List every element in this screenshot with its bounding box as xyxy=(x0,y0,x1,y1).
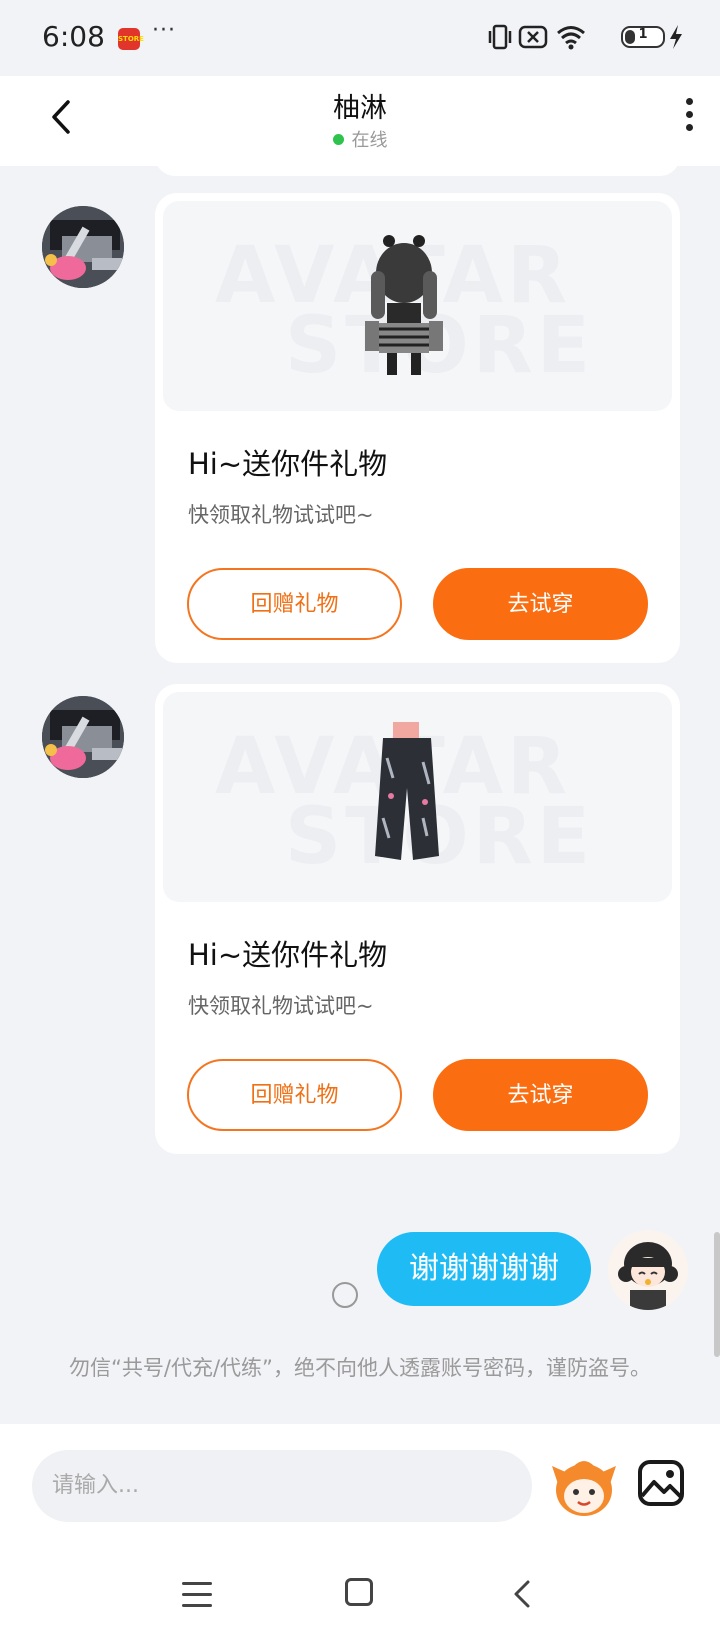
my-avatar-image xyxy=(608,1230,688,1310)
wifi-icon xyxy=(557,26,585,50)
gift-preview-image: AVATAR STORE xyxy=(163,692,672,902)
no-sim-icon xyxy=(518,25,548,49)
sending-status-icon xyxy=(332,1282,358,1308)
scrollbar[interactable] xyxy=(714,1232,720,1357)
my-message-bubble[interactable]: 谢谢谢谢谢 xyxy=(377,1232,591,1306)
return-gift-button[interactable]: 回赠礼物 xyxy=(187,568,402,640)
security-notice: 勿信“共号/代充/代练”，绝不向他人透露账号密码，谨防盗号。 xyxy=(69,1356,651,1380)
back-nav-icon[interactable] xyxy=(510,1576,534,1612)
input-bar: 请输入... xyxy=(0,1424,720,1560)
gift-card-title: Hi~送你件礼物 xyxy=(188,938,388,972)
battery-level: 1 xyxy=(638,27,648,42)
gift-outfit-image xyxy=(365,235,443,375)
sender-avatar[interactable] xyxy=(42,206,124,288)
battery-icon: 1 xyxy=(621,26,665,48)
online-status: 在线 xyxy=(0,126,720,152)
gift-card-title: Hi~送你件礼物 xyxy=(188,447,388,481)
previous-message-card xyxy=(155,166,680,176)
image-icon[interactable] xyxy=(636,1458,686,1508)
sender-avatar[interactable] xyxy=(42,696,124,778)
status-time: 6:08 xyxy=(42,20,105,53)
sender-avatar-image xyxy=(42,206,124,288)
menu-icon[interactable] xyxy=(182,1582,212,1608)
gift-card: AVATAR STORE Hi~送你件礼物 快领取礼物试试吧~ 回赠礼物 去试穿 xyxy=(155,684,680,1154)
my-avatar[interactable] xyxy=(608,1230,688,1310)
more-notifications-icon: ··· xyxy=(152,18,176,43)
page-title: 柚淋 xyxy=(333,93,387,124)
gift-card-subtitle: 快领取礼物试试吧~ xyxy=(188,503,374,527)
return-gift-button[interactable]: 回赠礼物 xyxy=(187,1059,402,1131)
vibrate-icon xyxy=(488,24,512,50)
online-status-label: 在线 xyxy=(351,130,388,151)
home-icon[interactable] xyxy=(345,1578,373,1606)
status-bar: 6:08 STORE ··· 1 xyxy=(0,0,720,76)
try-on-button[interactable]: 去试穿 xyxy=(433,1059,648,1131)
gift-card-subtitle: 快领取礼物试试吧~ xyxy=(188,994,374,1018)
gift-card: AVATAR STORE Hi~送你件礼物 快领取礼物试试吧~ 回赠礼物 去试穿 xyxy=(155,193,680,663)
emoji-icon[interactable] xyxy=(550,1454,618,1520)
online-dot-icon xyxy=(332,134,344,145)
message-input[interactable]: 请输入... xyxy=(32,1450,532,1522)
more-vertical-icon[interactable] xyxy=(680,98,698,142)
chat-header: 柚淋 在线 xyxy=(0,76,720,166)
charging-icon xyxy=(670,25,682,49)
app-notification-icon: STORE xyxy=(118,28,144,50)
sender-avatar-image xyxy=(42,696,124,778)
system-navigation-bar xyxy=(0,1560,720,1640)
gift-pants-image xyxy=(375,722,439,860)
chat-messages[interactable]: AVATAR STORE Hi~送你件礼物 快领取礼物试试吧~ 回赠礼物 去试穿 xyxy=(0,166,720,1424)
try-on-button[interactable]: 去试穿 xyxy=(433,568,648,640)
gift-preview-image: AVATAR STORE xyxy=(163,201,672,411)
